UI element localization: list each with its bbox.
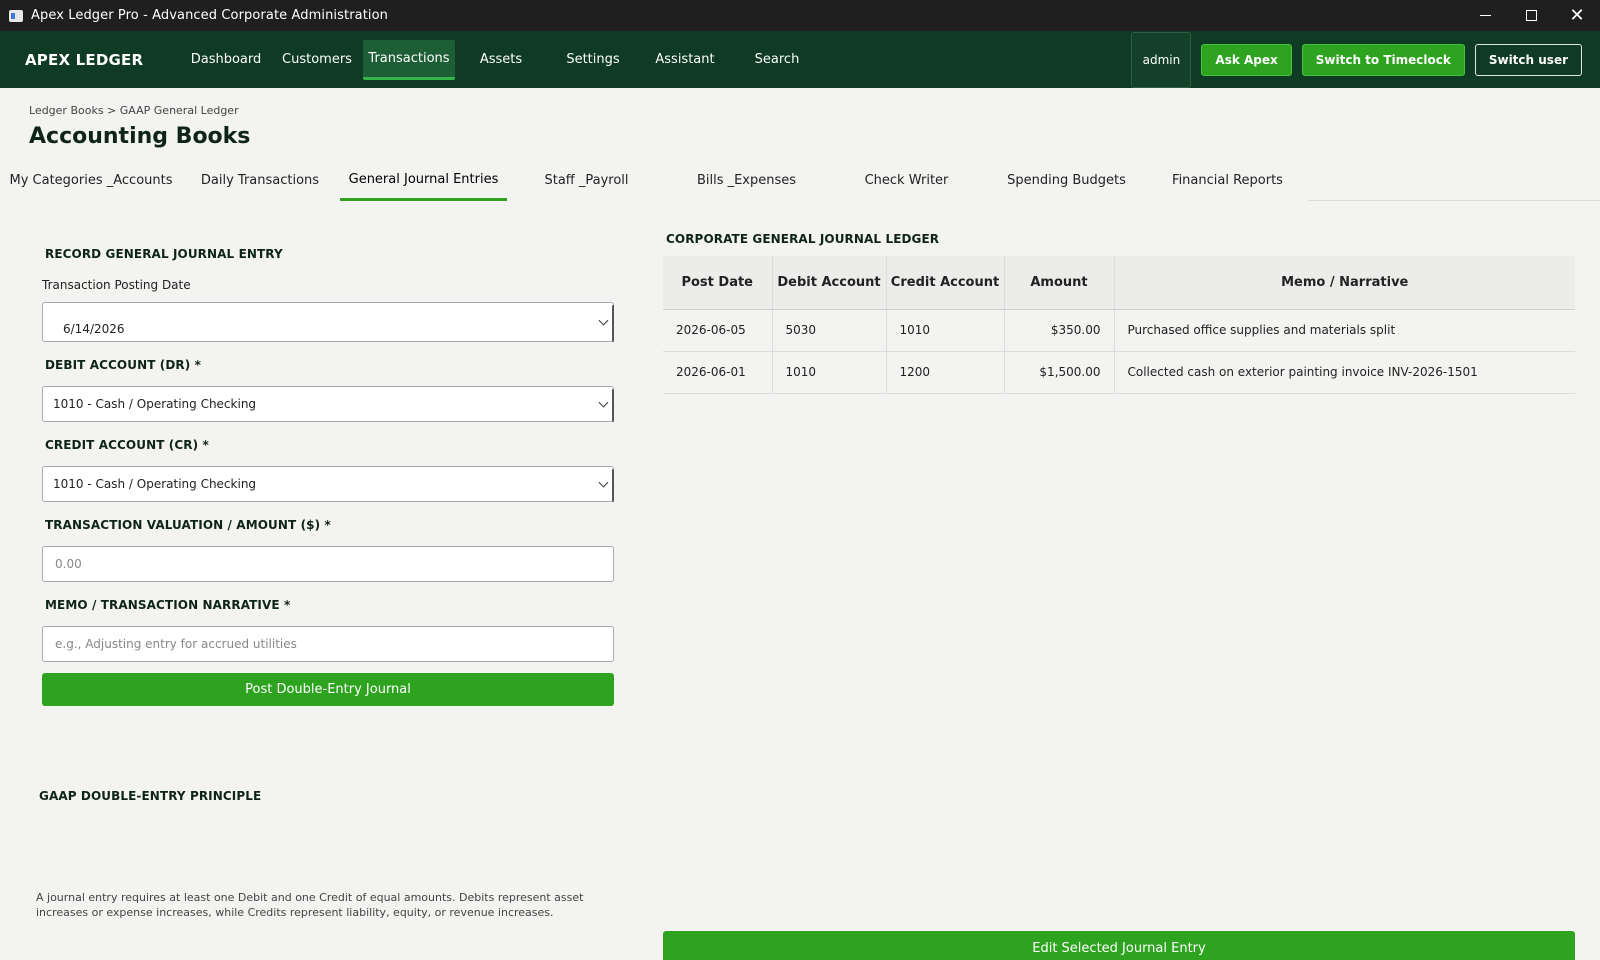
chevron-down-icon: [598, 315, 609, 326]
cell-amount: $1,500.00: [1004, 351, 1115, 394]
maximize-icon[interactable]: [1508, 0, 1554, 31]
tab-bills-expenses[interactable]: Bills _Expenses: [680, 160, 813, 201]
breadcrumb[interactable]: Ledger Books > GAAP General Ledger: [29, 104, 239, 117]
date-label: Transaction Posting Date: [42, 278, 191, 292]
minimize-icon[interactable]: [1462, 0, 1508, 31]
col-debit-account[interactable]: Debit Account: [772, 256, 887, 310]
cell-debit-account: 1010: [772, 351, 887, 394]
app-icon: [9, 9, 23, 22]
cell-post-date: 2026-06-05: [663, 309, 773, 352]
cell-post-date: 2026-06-01: [663, 351, 773, 394]
debit-account-value: 1010 - Cash / Operating Checking: [53, 397, 257, 411]
switch-timeclock-button[interactable]: Switch to Timeclock: [1301, 43, 1465, 76]
nav-assistant[interactable]: Assistant: [639, 40, 731, 80]
cell-credit-account: 1010: [886, 309, 1005, 352]
col-post-date[interactable]: Post Date: [663, 256, 773, 310]
credit-account-value: 1010 - Cash / Operating Checking: [53, 477, 257, 491]
tab-financial-reports[interactable]: Financial Reports: [1160, 160, 1295, 201]
date-picker[interactable]: 6/14/2026: [42, 302, 614, 342]
debit-account-select[interactable]: 1010 - Cash / Operating Checking: [42, 386, 614, 422]
nav-customers[interactable]: Customers: [271, 40, 363, 80]
brand-logo: APEX LEDGER: [25, 50, 144, 69]
nav-dashboard[interactable]: Dashboard: [181, 40, 271, 80]
cell-debit-account: 5030: [772, 309, 887, 352]
date-value: 6/14/2026: [63, 321, 125, 336]
credit-label: CREDIT ACCOUNT (CR) *: [45, 438, 209, 452]
tab-staff-payroll[interactable]: Staff _Payroll: [520, 160, 653, 201]
tab-check-writer[interactable]: Check Writer: [840, 160, 973, 201]
ledger-header-row: Post Date Debit Account Credit Account A…: [663, 256, 1575, 310]
col-amount[interactable]: Amount: [1004, 256, 1115, 310]
memo-placeholder: e.g., Adjusting entry for accrued utilit…: [55, 637, 297, 651]
table-row[interactable]: 2026-06-01 1010 1200 $1,500.00 Collected…: [663, 351, 1575, 394]
amount-label: TRANSACTION VALUATION / AMOUNT ($) *: [45, 518, 331, 532]
memo-input[interactable]: e.g., Adjusting entry for accrued utilit…: [42, 626, 614, 662]
tab-divider: [1308, 200, 1600, 201]
form-section-title: RECORD GENERAL JOURNAL ENTRY: [45, 247, 283, 261]
post-journal-button[interactable]: Post Double-Entry Journal: [42, 673, 614, 706]
ask-apex-button[interactable]: Ask Apex: [1201, 43, 1292, 76]
debit-label: DEBIT ACCOUNT (DR) *: [45, 358, 202, 372]
amount-input[interactable]: 0.00: [42, 546, 614, 582]
ledger-table: Post Date Debit Account Credit Account A…: [663, 256, 1575, 394]
main-nav: APEX LEDGER Dashboard Customers Transact…: [0, 31, 1600, 88]
tab-categories-accounts[interactable]: My Categories _Accounts: [6, 160, 176, 201]
user-badge[interactable]: admin: [1131, 31, 1192, 88]
switch-user-button[interactable]: Switch user: [1474, 43, 1582, 76]
principle-title: GAAP DOUBLE-ENTRY PRINCIPLE: [39, 789, 262, 803]
cell-credit-account: 1200: [886, 351, 1005, 394]
cell-memo: Collected cash on exterior painting invo…: [1114, 351, 1575, 394]
nav-assets[interactable]: Assets: [455, 40, 547, 80]
cell-memo: Purchased office supplies and materials …: [1114, 309, 1575, 352]
amount-placeholder: 0.00: [55, 557, 82, 571]
section-tabs: My Categories _Accounts Daily Transactio…: [0, 160, 1600, 202]
window-title-bar: Apex Ledger Pro - Advanced Corporate Adm…: [0, 0, 1600, 31]
edit-journal-entry-button[interactable]: Edit Selected Journal Entry: [663, 931, 1575, 960]
principle-text: A journal entry requires at least one De…: [36, 891, 584, 919]
col-memo[interactable]: Memo / Narrative: [1114, 256, 1575, 310]
tab-general-journal[interactable]: General Journal Entries: [340, 160, 507, 201]
cell-amount: $350.00: [1004, 309, 1115, 352]
nav-search[interactable]: Search: [731, 40, 823, 80]
tab-daily-transactions[interactable]: Daily Transactions: [188, 160, 332, 201]
nav-transactions[interactable]: Transactions: [363, 39, 455, 80]
chevron-down-icon: [598, 477, 609, 488]
window-title: Apex Ledger Pro - Advanced Corporate Adm…: [31, 8, 389, 23]
memo-label: MEMO / TRANSACTION NARRATIVE *: [45, 598, 291, 612]
page-title: Accounting Books: [29, 124, 251, 149]
col-credit-account[interactable]: Credit Account: [886, 256, 1005, 310]
close-icon[interactable]: ✕: [1554, 0, 1600, 31]
chevron-down-icon: [598, 397, 609, 408]
table-row[interactable]: 2026-06-05 5030 1010 $350.00 Purchased o…: [663, 309, 1575, 352]
ledger-title: CORPORATE GENERAL JOURNAL LEDGER: [666, 232, 940, 246]
credit-account-select[interactable]: 1010 - Cash / Operating Checking: [42, 466, 614, 502]
tab-spending-budgets[interactable]: Spending Budgets: [999, 160, 1134, 201]
nav-settings[interactable]: Settings: [547, 40, 639, 80]
